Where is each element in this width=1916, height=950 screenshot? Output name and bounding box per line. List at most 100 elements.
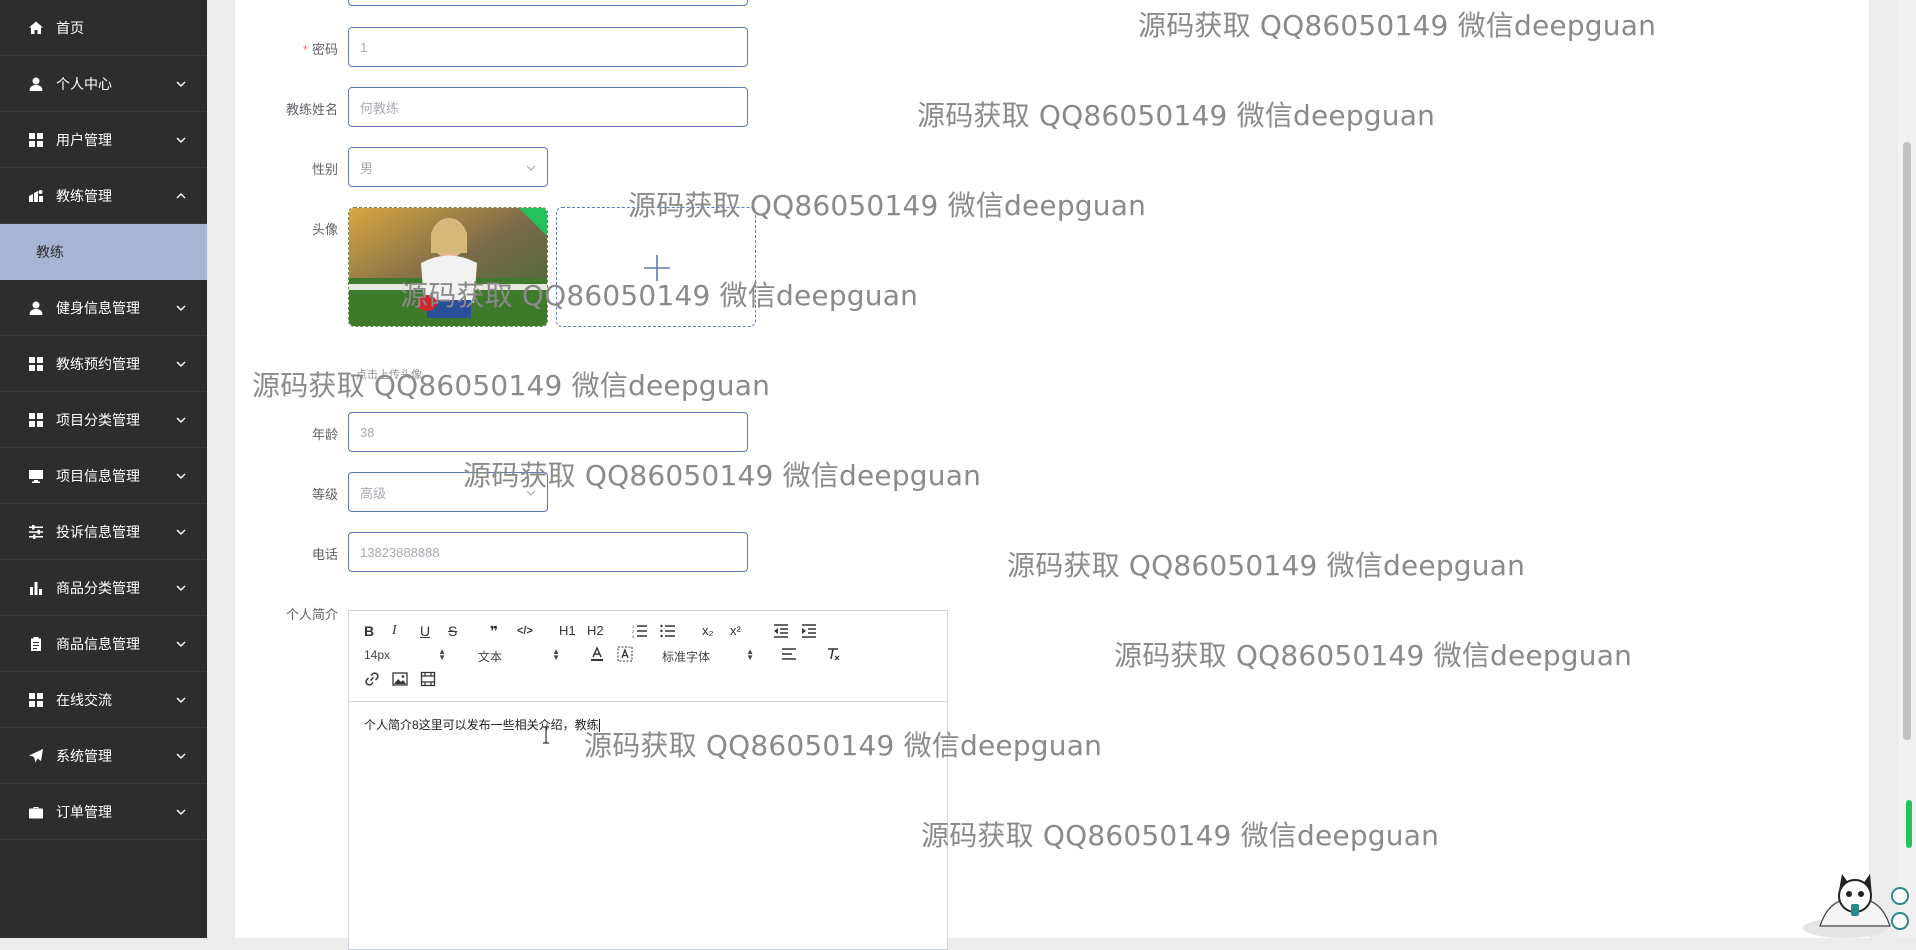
chevron-down-icon — [175, 637, 187, 649]
scrollbar-thumb[interactable] — [1903, 142, 1911, 740]
font-size-select[interactable]: 14px ▲ ▼ — [364, 648, 446, 663]
phone-field[interactable]: 13823888888 — [348, 532, 748, 572]
chevron-down-icon — [175, 413, 187, 425]
chevron-down-icon — [175, 581, 187, 593]
page-scrollbar[interactable] — [1898, 0, 1916, 938]
superscript-button[interactable]: x² — [730, 623, 741, 639]
avatar-image[interactable] — [348, 207, 548, 327]
header2-button[interactable]: H2 — [587, 623, 604, 639]
side-indicator — [1906, 800, 1912, 848]
sidebar-item-label: 订单管理 — [56, 803, 112, 820]
sidebar-item-goods-info[interactable]: 商品信息管理 — [0, 616, 207, 672]
paragraph-select[interactable]: 文本 ▲ ▼ — [478, 648, 560, 665]
video-icon[interactable] — [420, 671, 436, 690]
avatar-photo — [349, 208, 547, 326]
user-icon — [28, 300, 44, 316]
chevron-down-icon — [175, 357, 187, 369]
header1-button[interactable]: H1 — [559, 623, 576, 639]
grid-icon — [28, 692, 44, 708]
plus-icon — [642, 253, 672, 283]
chevron-down-icon — [175, 469, 187, 481]
editor-content-area[interactable]: 个人简介8这里可以发布一些相关介绍，教练 — [349, 702, 947, 747]
sidebar-item-project-info[interactable]: 项目信息管理 — [0, 448, 207, 504]
code-block-button[interactable]: </> — [517, 623, 533, 639]
coach-name-field[interactable]: 何教练 — [348, 87, 748, 127]
link-icon[interactable] — [364, 671, 380, 690]
align-icon[interactable] — [781, 646, 797, 665]
blockquote-button[interactable]: ❞ — [490, 623, 498, 639]
password-field[interactable]: 1 — [348, 27, 748, 67]
input-field-partial[interactable] — [348, 0, 748, 6]
level-label: 等级 — [311, 487, 338, 502]
font-family-select[interactable]: 标准字体 ▲ ▼ — [662, 648, 754, 665]
sidebar-item-label: 教练管理 — [56, 187, 112, 204]
sidebar-item-goods-category[interactable]: 商品分类管理 — [0, 560, 207, 616]
image-icon[interactable] — [392, 671, 408, 690]
avatar-upload-tip: 点击上传头像 — [356, 369, 422, 381]
sidebar-item-label: 项目信息管理 — [56, 467, 140, 484]
chevron-up-icon — [175, 189, 187, 201]
sliders-icon — [28, 524, 44, 540]
sidebar-item-label: 健身信息管理 — [56, 299, 140, 316]
intro-label: 个人简介 — [285, 607, 338, 622]
sidebar: 首页 个人中心 用户管理 教练管理 教练 健身信息管理 教练预约管理 项目分类管… — [0, 0, 207, 938]
sidebar-item-label: 项目分类管理 — [56, 411, 140, 428]
chevron-down-icon — [525, 487, 537, 499]
rich-text-editor: B I U S ❞ </> H1 H2 123 x₂ x² 14px ▲ ▼ 文本 ▲… — [348, 610, 948, 950]
sidebar-item-label: 个人中心 — [56, 75, 112, 92]
strike-button[interactable]: S — [448, 623, 457, 639]
sidebar-item-project-category[interactable]: 项目分类管理 — [0, 392, 207, 448]
svg-text:3: 3 — [632, 634, 635, 638]
age-label: 年龄 — [311, 427, 338, 442]
sidebar-item-fitness-info[interactable]: 健身信息管理 — [0, 280, 207, 336]
chevron-down-icon — [175, 525, 187, 537]
sidebar-item-label: 在线交流 — [56, 691, 112, 708]
subscript-button[interactable]: x₂ — [702, 623, 714, 639]
text-cursor — [598, 719, 600, 733]
italic-button[interactable]: I — [392, 623, 397, 639]
sidebar-item-label: 商品信息管理 — [56, 635, 140, 652]
user-icon — [28, 76, 44, 92]
password-label: * 密码 — [302, 42, 338, 57]
outdent-icon[interactable] — [773, 624, 789, 641]
chevron-down-icon — [175, 805, 187, 817]
ordered-list-icon[interactable]: 123 — [632, 624, 648, 641]
sidebar-item-home[interactable]: 首页 — [0, 0, 207, 56]
clipboard-icon — [28, 636, 44, 652]
sidebar-item-label: 用户管理 — [56, 131, 112, 148]
sidebar-item-order-management[interactable]: 订单管理 — [0, 784, 207, 840]
coach-icon — [28, 188, 44, 204]
age-field[interactable]: 38 — [348, 412, 748, 452]
bullet-list-icon[interactable] — [660, 624, 676, 641]
gender-select[interactable]: 男 — [348, 147, 548, 187]
underline-button[interactable]: U — [420, 623, 430, 639]
chevron-down-icon — [175, 693, 187, 705]
indent-icon[interactable] — [801, 624, 817, 641]
sidebar-item-online-chat[interactable]: 在线交流 — [0, 672, 207, 728]
sidebar-item-label: 投诉信息管理 — [56, 523, 140, 540]
font-color-icon[interactable] — [589, 646, 605, 665]
sidebar-item-user-management[interactable]: 用户管理 — [0, 112, 207, 168]
sidebar-item-coach-management[interactable]: 教练管理 — [0, 168, 207, 224]
sidebar-subitem-coach[interactable]: 教练 — [0, 224, 207, 280]
sidebar-item-system-management[interactable]: 系统管理 — [0, 728, 207, 784]
sidebar-item-personal-center[interactable]: 个人中心 — [0, 56, 207, 112]
mascot-widget[interactable] — [1800, 866, 1910, 938]
clear-format-icon[interactable] — [825, 646, 841, 665]
background-color-icon[interactable] — [617, 646, 633, 665]
sidebar-item-label: 首页 — [56, 19, 84, 36]
sidebar-item-coach-booking[interactable]: 教练预约管理 — [0, 336, 207, 392]
send-icon — [28, 748, 44, 764]
editor-toolbar: B I U S ❞ </> H1 H2 123 x₂ x² 14px ▲ ▼ 文本 ▲… — [349, 611, 947, 702]
sidebar-item-label: 商品分类管理 — [56, 579, 140, 596]
home-icon — [28, 20, 44, 36]
chevron-down-icon — [175, 749, 187, 761]
level-select[interactable]: 高级 — [348, 472, 548, 512]
sidebar-item-complaint-info[interactable]: 投诉信息管理 — [0, 504, 207, 560]
grid-icon — [28, 132, 44, 148]
bold-button[interactable]: B — [364, 623, 374, 639]
chevron-down-icon — [175, 133, 187, 145]
avatar-upload-button[interactable] — [556, 207, 756, 327]
grid-icon — [28, 356, 44, 372]
gender-label: 性别 — [311, 162, 338, 177]
